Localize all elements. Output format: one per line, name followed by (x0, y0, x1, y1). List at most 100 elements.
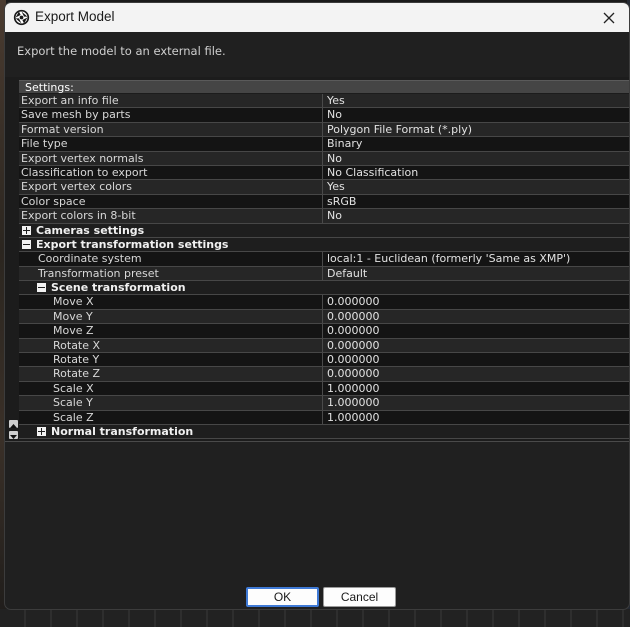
property-value[interactable]: 0.000000 (327, 367, 380, 380)
property-name: Export vertex colors (21, 180, 133, 194)
aperture-icon (13, 9, 30, 26)
property-value[interactable]: 0.000000 (327, 295, 380, 308)
property-row[interactable]: Coordinate system local:1 - Euclidean (fo… (19, 252, 629, 267)
property-row[interactable]: Rotate X 0.000000 (19, 338, 629, 354)
window-title: Export Model (35, 9, 115, 24)
column-divider (322, 338, 323, 353)
settings-panel: Settings: Export an info file Yes Save mes… (5, 77, 629, 442)
property-name: Export colors in 8-bit (21, 209, 136, 223)
scroll-down-icon (10, 435, 17, 439)
group-label: Cameras settings (36, 223, 145, 237)
property-name: Export vertex normals (21, 151, 144, 165)
property-row[interactable]: Save mesh by parts No (19, 108, 629, 123)
property-name: Coordinate system (38, 252, 142, 266)
property-name: Export an info file (21, 94, 119, 107)
column-divider (322, 151, 323, 165)
property-name: Color space (21, 194, 86, 208)
property-value[interactable]: 1.000000 (327, 396, 380, 409)
property-row[interactable]: Rotate Y 0.000000 (19, 353, 629, 368)
property-value[interactable]: No (327, 209, 342, 222)
property-value[interactable]: Binary (327, 137, 362, 150)
cancel-button[interactable]: Cancel (323, 587, 396, 607)
column-divider (322, 180, 323, 194)
group-row[interactable]: Export transformation settings (19, 237, 629, 253)
property-value[interactable]: Default (327, 267, 367, 280)
property-row[interactable]: Rotate Z 0.000000 (19, 367, 629, 382)
property-row[interactable]: Scale Y 1.000000 (19, 396, 629, 411)
column-divider (322, 381, 323, 396)
column-divider (322, 353, 323, 367)
property-name: Classification to export (21, 165, 148, 179)
property-row[interactable]: File type Binary (19, 137, 629, 152)
property-value[interactable]: No (327, 108, 342, 121)
column-divider (322, 137, 323, 151)
property-row[interactable]: Format version Polygon File Format (*.ply… (19, 122, 629, 138)
column-divider (322, 122, 323, 137)
property-name: Move Y (53, 309, 93, 323)
group-row[interactable]: Scene transformation (19, 281, 629, 296)
property-name: Rotate Y (53, 353, 100, 367)
property-value[interactable]: 0.000000 (327, 353, 380, 366)
property-value[interactable]: 1.000000 (327, 382, 380, 395)
column-divider (322, 252, 323, 266)
ok-button[interactable]: OK (246, 587, 319, 607)
property-row[interactable]: Export vertex normals No (19, 151, 629, 166)
column-divider (322, 309, 323, 324)
close-button[interactable] (589, 3, 629, 32)
column-divider (322, 367, 323, 381)
column-divider (322, 410, 323, 424)
property-name: Rotate X (53, 338, 101, 352)
property-value[interactable]: sRGB (327, 195, 356, 208)
property-row[interactable]: Scale Z 1.000000 (19, 410, 629, 425)
export-model-dialog: Export Model Export the model to an exte… (4, 2, 630, 610)
scroll-up-icon (10, 424, 17, 428)
group-label: Scene transformation (51, 281, 186, 295)
property-row[interactable]: Move Y 0.000000 (19, 309, 629, 325)
group-row[interactable]: Normal transformation (19, 424, 629, 440)
property-value[interactable]: 0.000000 (327, 310, 380, 323)
property-value[interactable]: Yes (327, 94, 345, 107)
scroll-down-button[interactable] (9, 431, 18, 439)
property-name: Scale X (53, 381, 94, 395)
property-name: Move Z (53, 324, 94, 338)
property-name: Move X (53, 295, 94, 309)
column-divider (322, 165, 323, 180)
property-name: File type (21, 137, 68, 151)
background-grid (0, 609, 630, 627)
group-label: Export transformation settings (36, 237, 229, 251)
property-name: Transformation preset (38, 266, 159, 280)
property-value[interactable]: 0.000000 (327, 339, 380, 352)
scroll-up-button[interactable] (9, 420, 18, 428)
property-value[interactable]: Yes (327, 180, 345, 193)
property-row[interactable]: Scale X 1.000000 (19, 381, 629, 397)
property-value[interactable]: Polygon File Format (*.ply) (327, 123, 472, 136)
column-divider (322, 266, 323, 281)
property-row[interactable]: Color space sRGB (19, 194, 629, 210)
property-value[interactable]: local:1 - Euclidean (formerly 'Same as X… (327, 252, 570, 265)
column-divider (322, 396, 323, 410)
group-label: Normal transformation (51, 424, 194, 438)
property-row[interactable]: Export an info file Yes (19, 94, 629, 109)
column-divider (322, 94, 323, 108)
column-divider (322, 324, 323, 338)
property-row[interactable]: Move Z 0.000000 (19, 324, 629, 339)
property-row[interactable]: Move X 0.000000 (19, 295, 629, 310)
property-name: Scale Z (53, 410, 94, 424)
property-value[interactable]: No (327, 152, 342, 165)
column-divider (322, 295, 323, 309)
property-row[interactable]: Transformation preset Default (19, 266, 629, 282)
title-bar[interactable]: Export Model (5, 3, 629, 32)
property-name: Scale Y (53, 396, 93, 410)
column-divider (322, 209, 323, 223)
property-name: Format version (21, 122, 104, 136)
property-row[interactable]: Export vertex colors Yes (19, 180, 629, 195)
property-value[interactable]: No Classification (327, 166, 418, 179)
scroll-gutter (5, 94, 19, 440)
property-name: Save mesh by parts (21, 108, 131, 122)
property-value[interactable]: 1.000000 (327, 411, 380, 424)
property-row[interactable]: Classification to export No Classificatio… (19, 165, 629, 181)
group-row[interactable]: Cameras settings (19, 223, 629, 238)
property-row[interactable]: Export colors in 8-bit No (19, 209, 629, 224)
property-value[interactable]: 0.000000 (327, 324, 380, 337)
settings-header: Settings: (19, 80, 629, 94)
